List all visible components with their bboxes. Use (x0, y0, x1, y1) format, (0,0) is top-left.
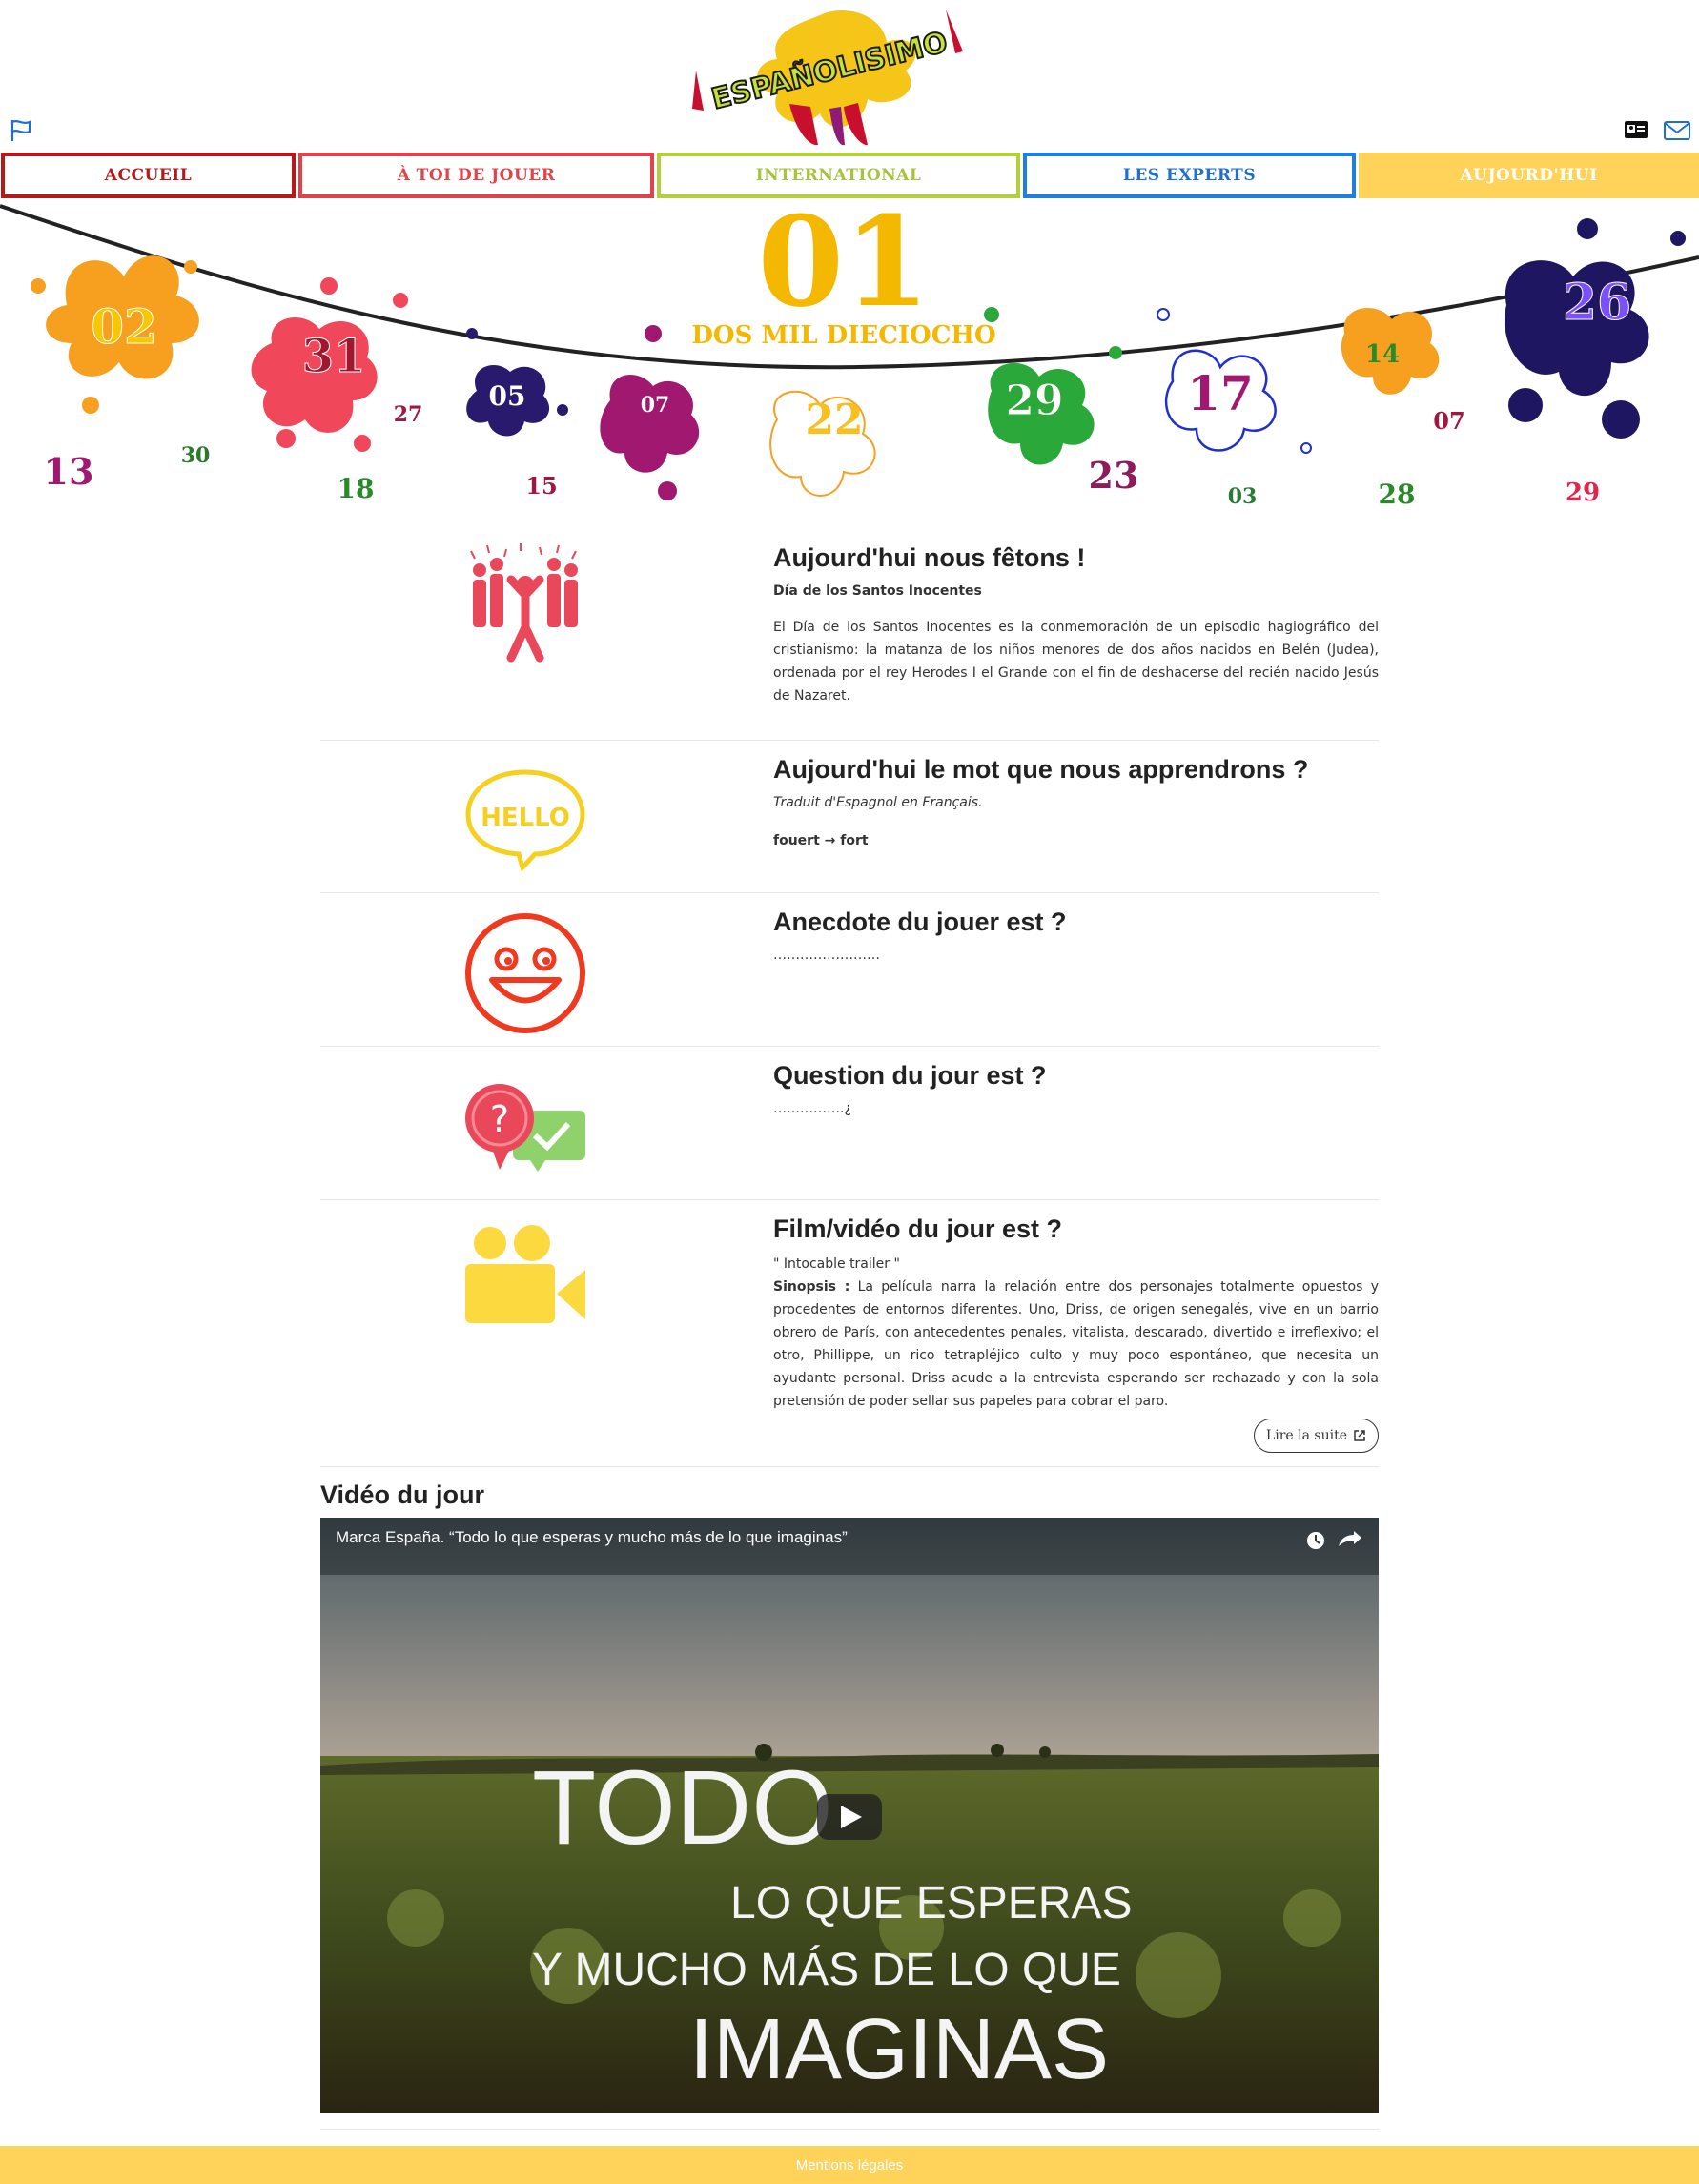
section-mot-body: Traduit d'Espagnol en Français. fouert →… (773, 791, 1379, 852)
section-anecdote: Anecdote du jouer est ? …………………… (320, 892, 1379, 1047)
nav-accueil[interactable]: ACCUEIL (1, 153, 296, 198)
nav-aujourdhui-label: AUJOURD'HUI (1460, 166, 1598, 185)
section-film-subtitle: " Intocable trailer " (773, 1256, 900, 1272)
banner-number: 27 (394, 402, 423, 427)
video-divider (320, 2129, 1379, 2130)
section-mot-subtitle: Traduit d'Espagnol en Français. (773, 795, 983, 810)
banner-number: 31 (302, 330, 366, 383)
legal-notice-link[interactable]: Mentions légales (796, 2157, 904, 2174)
banner-number: 02 (91, 298, 157, 355)
video-overlay-line: TODO (532, 1749, 833, 1867)
section-anecdote-title: Anecdote du jouer est ? (773, 908, 1067, 936)
section-fete-subtitle: Día de los Santos Inocentes (773, 583, 982, 599)
banner-number: 30 (181, 443, 211, 468)
section-fete-body: Día de los Santos Inocentes El Día de lo… (773, 580, 1379, 707)
banner-number: 18 (338, 473, 375, 504)
section-mot-text: fouert → fort (773, 833, 869, 848)
envelope-icon[interactable] (1663, 118, 1691, 143)
video-heading: Vidéo du jour (320, 1480, 485, 1509)
question-check-bubbles-icon: ? (463, 1082, 587, 1181)
section-mot: HELLO Aujourd'hui le mot que nous appren… (320, 740, 1379, 893)
banner-number: 05 (489, 380, 526, 412)
banner-number: 26 (1563, 274, 1631, 332)
nav-a-toi-de-jouer[interactable]: À TOI DE JOUER (298, 153, 654, 198)
section-mot-title: Aujourd'hui le mot que nous apprendrons … (773, 755, 1309, 784)
site-logo[interactable]: ESPAÑOLISIMO (677, 4, 977, 147)
video-camera-icon (463, 1224, 587, 1333)
read-more-label: Lire la suite (1265, 1428, 1347, 1443)
nav-aujourdhui[interactable]: AUJOURD'HUI (1359, 153, 1699, 198)
nav-international-label: INTERNATIONAL (755, 166, 922, 185)
flag-icon[interactable] (10, 118, 34, 143)
play-button-icon[interactable] (817, 1794, 882, 1840)
banner-number: 23 (1089, 454, 1139, 497)
svg-text:?: ? (490, 1098, 509, 1140)
video-overlay-line: Y MUCHO MÁS DE LO QUE (532, 1945, 1121, 1995)
section-film: Film/vidéo du jour est ? " Intocable tra… (320, 1199, 1379, 1467)
hello-icon-text: HELLO (481, 804, 570, 832)
section-anecdote-text: …………………… (773, 948, 880, 963)
banner-number: 29 (1566, 479, 1600, 507)
nav-les-experts[interactable]: LES EXPERTS (1023, 153, 1356, 198)
hello-speech-bubble-icon: HELLO (463, 766, 587, 875)
nav-accueil-label: ACCUEIL (104, 166, 193, 185)
main-nav: ACCUEIL À TOI DE JOUER INTERNATIONAL LES… (0, 153, 1699, 198)
celebration-crowd-icon (463, 541, 587, 669)
section-question: ? Question du jour est ? …………….¿ (320, 1046, 1379, 1200)
section-fete: Aujourd'hui nous fêtons ! Día de los San… (320, 534, 1379, 741)
banner-year: DOS MIL DIECIOCHO (691, 321, 995, 350)
banner-number: 17 (1187, 365, 1254, 421)
date-banner: 01 DOS MIL DIECIOCHO 02 31 27 05 07 22 2… (0, 189, 1699, 524)
section-fete-title: Aujourd'hui nous fêtons ! (773, 543, 1086, 572)
sinopsis-text: La película narra la relación entre dos … (773, 1279, 1379, 1409)
banner-number: 22 (805, 396, 863, 444)
banner-number: 07 (641, 393, 670, 418)
video-overlay-line: IMAGINAS (689, 2002, 1109, 2097)
video-overlay-line: LO QUE ESPERAS (730, 1878, 1132, 1929)
smiley-face-icon (463, 911, 587, 1039)
sinopsis-label: Sinopsis : (773, 1279, 850, 1295)
banner-number: 03 (1228, 484, 1258, 509)
section-film-title: Film/vidéo du jour est ? (773, 1214, 1063, 1243)
banner-number: 15 (525, 472, 557, 500)
section-question-title: Question du jour est ? (773, 1061, 1047, 1090)
banner-number: 13 (44, 450, 94, 493)
external-link-icon (1354, 1430, 1365, 1441)
footer: Mentions légales (0, 2146, 1699, 2184)
video-player[interactable]: Marca España. “Todo lo que esperas y muc… (320, 1518, 1379, 2113)
watch-later-icon[interactable] (1307, 1532, 1324, 1549)
nav-a-toi-de-jouer-label: À TOI DE JOUER (397, 166, 556, 185)
banner-number: 07 (1433, 407, 1464, 435)
banner-number: 14 (1365, 340, 1400, 369)
banner-number: 29 (1005, 377, 1063, 425)
nav-les-experts-label: LES EXPERTS (1122, 166, 1257, 185)
section-film-body: " Intocable trailer " Sinopsis : La pelí… (773, 1253, 1379, 1413)
id-card-icon[interactable] (1623, 118, 1649, 141)
section-question-text: …………….¿ (773, 1101, 851, 1116)
read-more-button[interactable]: Lire la suite (1253, 1419, 1379, 1453)
video-title: Marca España. “Todo lo que esperas y muc… (336, 1528, 848, 1546)
banner-day: 01 (758, 200, 931, 335)
banner-number: 28 (1379, 479, 1416, 510)
nav-international[interactable]: INTERNATIONAL (657, 153, 1020, 198)
section-fete-text: El Día de los Santos Inocentes es la con… (773, 620, 1379, 704)
